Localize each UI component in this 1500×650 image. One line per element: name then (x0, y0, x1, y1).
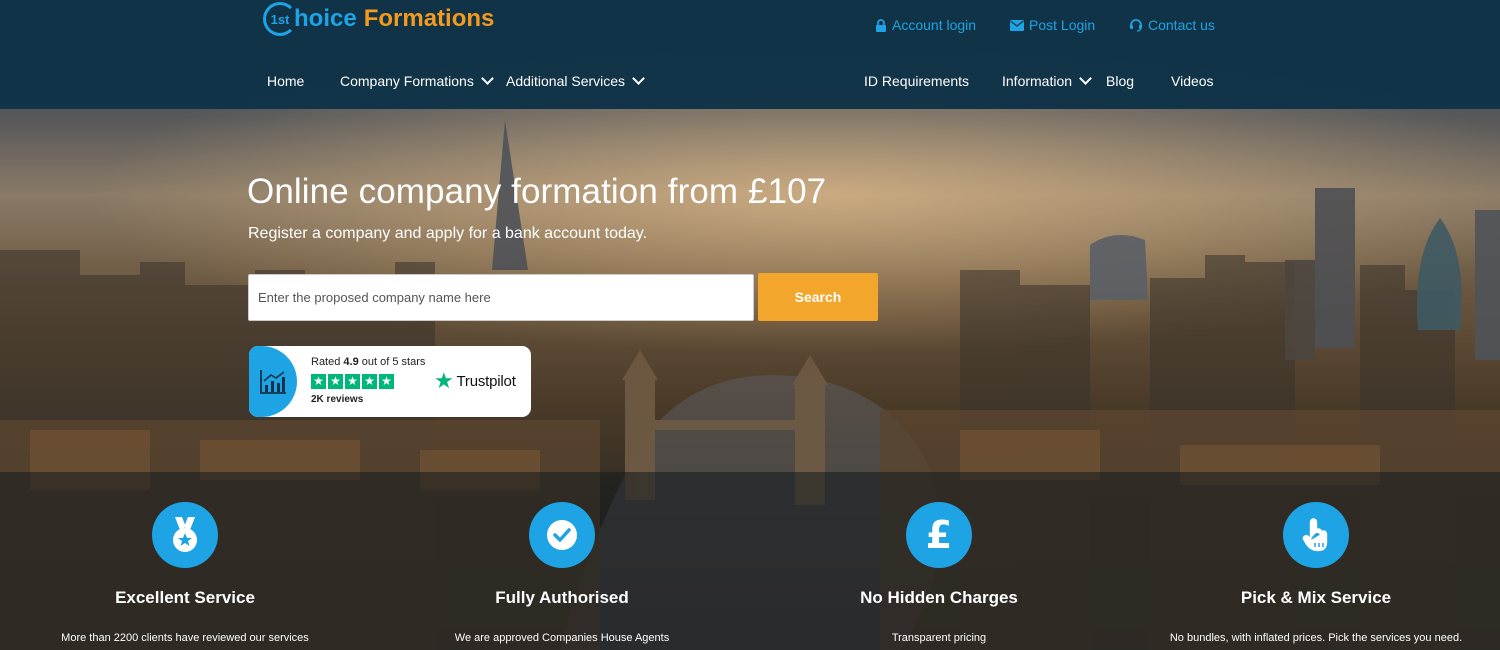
nav-id-requirements-label: ID Requirements (864, 73, 970, 89)
feature-description: We are approved Companies House Agents (454, 632, 670, 644)
trustpilot-brand-label: Trustpilot (456, 372, 516, 390)
trustpilot-rating-value: 4.9 (343, 356, 359, 368)
trustpilot-star-icon: ★ (379, 374, 394, 389)
trustpilot-badge (249, 346, 297, 417)
contact-us-label: Contact us (1148, 17, 1215, 33)
nav-company-formations[interactable]: Company Formations (340, 72, 494, 89)
nav-information-label: Information (1002, 73, 1073, 89)
post-login-link[interactable]: Post Login (1010, 17, 1095, 33)
trustpilot-rated-prefix: Rated (311, 356, 344, 368)
post-login-label: Post Login (1029, 17, 1096, 33)
nav-id-requirements[interactable]: ID Requirements (864, 73, 969, 89)
headset-icon (1130, 19, 1142, 32)
trustpilot-stars: ★ ★ ★ ★ ★ (311, 374, 394, 389)
feature-description: No bundles, with inflated prices. Pick t… (1169, 632, 1463, 644)
nav-blog[interactable]: Blog (1106, 73, 1134, 89)
feature-title: No Hidden Charges (860, 588, 1018, 607)
trustpilot-rating-text: Rated 4.9 out of 5 stars (311, 356, 425, 368)
feature-description: More than 2200 clients have reviewed our… (61, 632, 309, 644)
trustpilot-review-count: 2K reviews (311, 394, 364, 405)
company-name-search-input[interactable] (248, 274, 754, 321)
nav-additional-services[interactable]: Additional Services (506, 72, 645, 89)
chevron-down-icon (632, 72, 645, 85)
envelope-icon (1010, 19, 1024, 31)
feature-title: Pick & Mix Service (1240, 588, 1392, 607)
search-button[interactable]: Search (758, 273, 878, 321)
lock-icon (876, 18, 886, 32)
feature-no-hidden-charges: £ No Hidden Charges Transparent pricing (789, 502, 1089, 646)
trustpilot-logo: ★ Trustpilot (434, 368, 516, 393)
hero-title: Online company formation from £107 (247, 172, 827, 211)
feature-excellent-service: Excellent Service More than 2200 clients… (35, 502, 335, 646)
nav-videos[interactable]: Videos (1171, 73, 1214, 89)
trustpilot-rated-suffix: out of 5 stars (358, 356, 426, 368)
nav-home[interactable]: Home (267, 73, 304, 89)
pound-icon: £ (906, 502, 972, 568)
trustpilot-star-icon: ★ (434, 368, 454, 393)
check-circle-icon (529, 502, 595, 568)
feature-title: Excellent Service (115, 588, 255, 607)
account-login-label: Account login (892, 17, 977, 33)
trustpilot-star-icon: ★ (328, 374, 343, 389)
hero-subtitle: Register a company and apply for a bank … (248, 225, 648, 242)
account-login-link[interactable]: Account login (875, 17, 976, 33)
hand-pointer-icon (1283, 502, 1349, 568)
chart-growth-icon (260, 369, 286, 394)
chevron-down-icon (480, 72, 494, 85)
logo-word-formations: Formations (363, 5, 495, 32)
nav-additional-services-label: Additional Services (506, 73, 626, 89)
contact-us-link[interactable]: Contact us (1129, 17, 1215, 33)
feature-description: Transparent pricing (891, 632, 987, 644)
trustpilot-star-icon: ★ (345, 374, 360, 389)
trustpilot-star-icon: ★ (362, 374, 377, 389)
nav-videos-label: Videos (1171, 73, 1214, 89)
feature-fully-authorised: Fully Authorised We are approved Compani… (412, 502, 712, 646)
feature-pick-mix-service: Pick & Mix Service No bundles, with infl… (1166, 502, 1466, 646)
nav-information[interactable]: Information (1002, 72, 1092, 89)
medal-icon (152, 502, 218, 568)
nav-home-label: Home (267, 73, 305, 89)
site-logo[interactable]: 1st hoice Formations (263, 1, 494, 37)
nav-company-formations-label: Company Formations (340, 73, 474, 89)
logo-word-choice: hoice (294, 5, 357, 32)
trustpilot-widget[interactable]: Rated 4.9 out of 5 stars ★ ★ ★ ★ ★ 2K review… (249, 346, 531, 417)
feature-title: Fully Authorised (495, 588, 629, 607)
trustpilot-star-icon: ★ (311, 374, 326, 389)
nav-blog-label: Blog (1106, 73, 1135, 89)
site-header (0, 0, 1500, 109)
chevron-down-icon (1079, 72, 1092, 85)
logo-mark: 1st (263, 2, 297, 36)
